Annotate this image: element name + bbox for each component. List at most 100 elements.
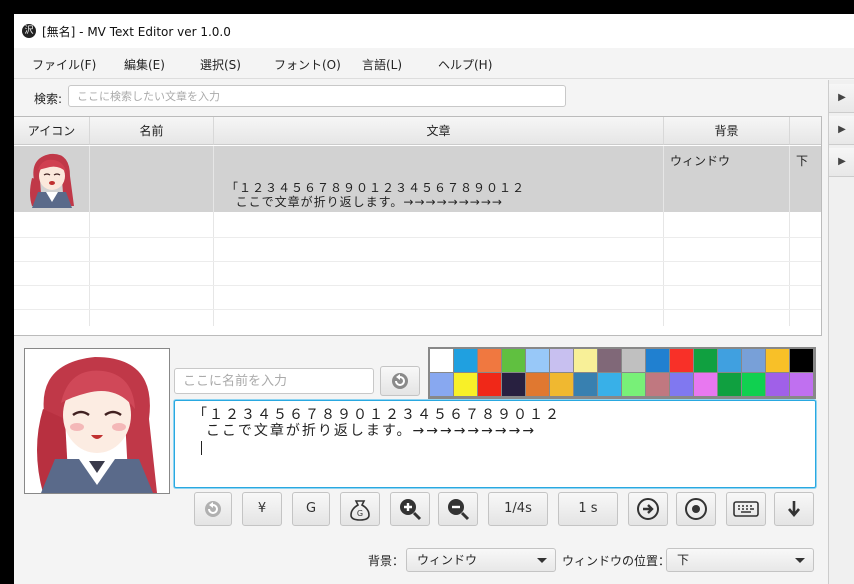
row-text-line2: ここで文章が折り返します。→→→→→→→→→ <box>226 195 503 209</box>
color-swatch[interactable] <box>574 373 597 396</box>
color-swatch[interactable] <box>454 373 477 396</box>
keyboard-button[interactable] <box>726 492 766 526</box>
expand-arrow-icon[interactable]: ▶ <box>829 148 854 177</box>
reset-button[interactable] <box>194 492 232 526</box>
color-swatch[interactable] <box>526 373 549 396</box>
row-divider <box>14 237 821 238</box>
arrow-down-icon <box>788 500 800 517</box>
color-swatch[interactable] <box>526 349 549 372</box>
row-message-text: 「１２３４５６７８９０１２３４５６７８９０１２ ここで文章が折り返します。→→→… <box>226 181 525 209</box>
color-swatch[interactable] <box>598 373 621 396</box>
position-select[interactable]: 下 <box>666 548 814 572</box>
column-header-position[interactable] <box>790 117 821 145</box>
color-swatch[interactable] <box>478 373 501 396</box>
search-label: 検索: <box>34 92 63 106</box>
menu-font[interactable]: フォント(O) <box>274 56 341 73</box>
color-swatch[interactable] <box>622 349 645 372</box>
menu-language[interactable]: 言語(L) <box>362 56 402 73</box>
insert-down-button[interactable] <box>774 492 814 526</box>
chevron-down-icon <box>795 558 805 563</box>
money-bag-icon: G <box>350 499 370 521</box>
table-row[interactable]: 「１２３４５６７８９０１２３４５６７８９０１２ ここで文章が折り返します。→→→… <box>14 146 821 212</box>
name-reset-button[interactable] <box>380 366 420 396</box>
color-swatch[interactable] <box>766 373 789 396</box>
textarea-line1: 「１２３４５６７８９０１２３４５６７８９０１２ <box>193 407 561 423</box>
color-swatch[interactable] <box>694 373 717 396</box>
color-swatch[interactable] <box>430 373 453 396</box>
col-divider <box>663 146 664 326</box>
advance-button[interactable] <box>628 492 668 526</box>
chevron-down-icon <box>537 558 547 563</box>
color-swatch[interactable] <box>478 349 501 372</box>
textarea-content: 「１２３４５６７８９０１２３４５６７８９０１２ ここで文章が折り返します。→→→… <box>193 407 561 439</box>
background-label: 背景： <box>368 554 405 568</box>
color-swatch[interactable] <box>718 349 741 372</box>
row-face-icon <box>24 150 80 208</box>
color-swatch[interactable] <box>766 349 789 372</box>
gold-window-button[interactable]: G <box>340 492 380 526</box>
color-swatch[interactable] <box>502 349 525 372</box>
stop-circle-icon <box>685 497 707 520</box>
character-portrait-icon <box>25 349 169 493</box>
row-position-value: 下 <box>796 154 809 168</box>
color-swatch[interactable] <box>550 373 573 396</box>
color-swatch[interactable] <box>670 373 693 396</box>
zoom-out-button[interactable] <box>438 492 478 526</box>
background-select[interactable]: ウィンドウ <box>406 548 556 572</box>
color-swatch[interactable] <box>646 373 669 396</box>
menu-edit[interactable]: 編集(E) <box>124 56 165 73</box>
color-swatch[interactable] <box>550 349 573 372</box>
undo-icon <box>392 372 408 389</box>
zoom-out-icon <box>448 498 470 520</box>
currency-button[interactable]: ¥ <box>242 492 282 526</box>
menu-file[interactable]: ファイル(F) <box>32 56 96 73</box>
row-divider <box>14 309 821 310</box>
arrow-circle-icon <box>637 497 659 520</box>
col-divider <box>789 146 790 326</box>
zoom-in-button[interactable] <box>390 492 430 526</box>
wait-quarter-button[interactable]: 1/4s <box>488 492 548 526</box>
message-textarea[interactable]: 「１２３４５６７８９０１２３４５６７８９０１２ ここで文章が折り返します。→→→… <box>174 400 816 488</box>
row-divider <box>14 261 821 262</box>
color-swatch[interactable] <box>598 349 621 372</box>
color-swatch[interactable] <box>790 349 813 372</box>
color-swatch[interactable] <box>430 349 453 372</box>
column-header-name[interactable]: 名前 <box>90 117 214 145</box>
textarea-line2: ここで文章が折り返します。→→→→→→→→→ <box>193 423 537 439</box>
position-select-value: 下 <box>677 553 690 567</box>
search-input[interactable] <box>68 85 566 107</box>
expand-arrow-icon[interactable]: ▶ <box>829 116 854 145</box>
color-swatch[interactable] <box>454 349 477 372</box>
color-swatch[interactable] <box>646 349 669 372</box>
face-image[interactable] <box>24 348 170 494</box>
color-swatch[interactable] <box>502 373 525 396</box>
column-header-background[interactable]: 背景 <box>664 117 790 145</box>
menu-select[interactable]: 選択(S) <box>200 56 241 73</box>
name-input[interactable] <box>174 368 374 394</box>
expand-arrow-icon[interactable]: ▶ <box>829 84 854 113</box>
menu-help[interactable]: ヘルプ(H) <box>438 56 492 73</box>
row-divider <box>14 285 821 286</box>
color-swatch[interactable] <box>790 373 813 396</box>
color-swatch[interactable] <box>622 373 645 396</box>
color-swatch[interactable] <box>742 373 765 396</box>
stop-button[interactable] <box>676 492 716 526</box>
editor-panel: 「１２３４５６７８９０１２３４５６７８９０１２ ここで文章が折り返します。→→→… <box>14 338 822 584</box>
gold-button[interactable]: G <box>292 492 330 526</box>
zoom-in-icon <box>400 498 422 520</box>
app-window: 沢 [無名] - MV Text Editor ver 1.0.0 ファイル(F… <box>14 14 854 584</box>
menu-bar: ファイル(F) 編集(E) 選択(S) フォント(O) 言語(L) ヘルプ(H) <box>14 48 854 79</box>
position-label: ウィンドウの位置： <box>562 554 671 568</box>
col-divider <box>89 146 90 326</box>
column-header-icon[interactable]: アイコン <box>14 117 90 145</box>
wait-second-button[interactable]: 1 s <box>558 492 618 526</box>
row-text-line1: 「１２３４５６７８９０１２３４５６７８９０１２ <box>226 181 526 195</box>
color-swatch[interactable] <box>718 373 741 396</box>
column-header-text[interactable]: 文章 <box>214 117 664 145</box>
color-swatch[interactable] <box>742 349 765 372</box>
text-caret <box>201 441 202 455</box>
color-swatch[interactable] <box>694 349 717 372</box>
color-swatch[interactable] <box>670 349 693 372</box>
color-swatch[interactable] <box>574 349 597 372</box>
title-bar: 沢 [無名] - MV Text Editor ver 1.0.0 <box>14 14 854 48</box>
